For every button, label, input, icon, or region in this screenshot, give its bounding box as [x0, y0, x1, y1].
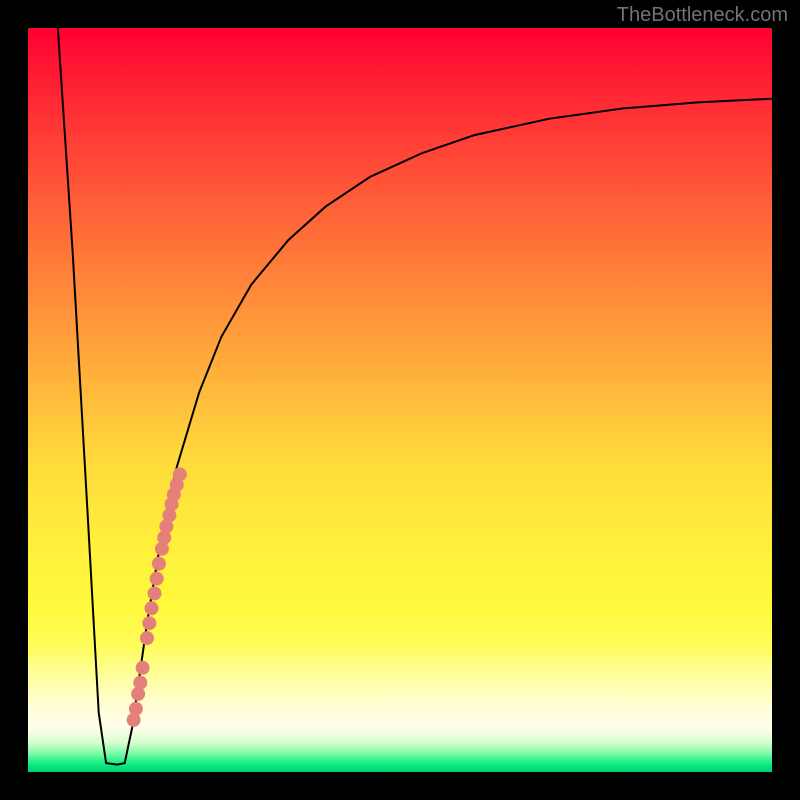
data-point — [142, 616, 156, 630]
data-point — [129, 702, 143, 716]
data-point — [152, 557, 166, 571]
data-point — [173, 467, 187, 481]
chart-frame: TheBottleneck.com — [0, 0, 800, 800]
plot-area — [28, 28, 772, 772]
data-point — [150, 572, 164, 586]
chart-svg — [28, 28, 772, 772]
scatter-points — [127, 467, 187, 727]
data-point — [140, 631, 154, 645]
data-point — [136, 661, 150, 675]
data-point — [145, 601, 159, 615]
data-point — [148, 586, 162, 600]
bottleneck-curve — [58, 28, 772, 765]
data-point — [133, 676, 147, 690]
watermark-text: TheBottleneck.com — [617, 4, 788, 27]
